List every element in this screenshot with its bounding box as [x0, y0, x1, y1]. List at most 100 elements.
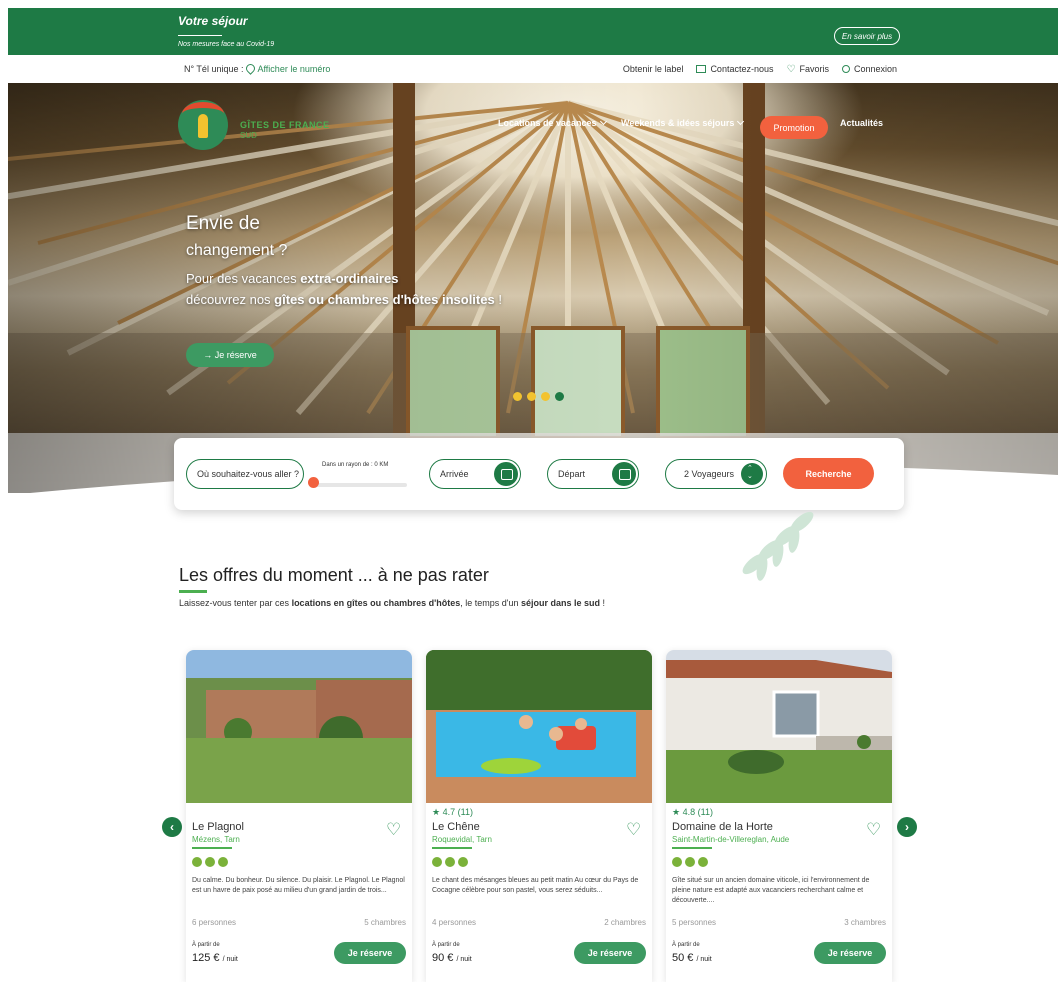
- arrival-label: Arrivée: [440, 469, 469, 479]
- login-link[interactable]: Connexion: [841, 64, 897, 74]
- slider-dot[interactable]: [541, 392, 550, 401]
- phone-label: N° Tél unique :: [184, 64, 244, 74]
- epi-icon: [432, 857, 442, 867]
- card-title[interactable]: Le Chêne: [432, 821, 480, 833]
- epis-rating: [432, 857, 468, 867]
- departure-label: Départ: [558, 469, 586, 479]
- nav-news[interactable]: Actualités: [840, 118, 883, 128]
- card-description: Le chant des mésanges bleues au petit ma…: [432, 877, 639, 894]
- star-icon: ★: [672, 807, 681, 817]
- travellers-label: 2 Voyageurs: [684, 469, 735, 479]
- card-rating: ★ 4.8 (11): [672, 807, 713, 817]
- epi-icon: [445, 857, 455, 867]
- epi-icon: [672, 857, 682, 867]
- card-location: Mézens, Tarn: [192, 835, 240, 844]
- learn-more-button[interactable]: En savoir plus: [834, 27, 900, 45]
- nav-news-label: Actualités: [840, 118, 884, 128]
- gites-de-france-logo[interactable]: GÎTES DE FRANCE SUD: [178, 100, 338, 160]
- calendar-icon[interactable]: [612, 462, 636, 486]
- phone-info: N° Tél unique : Afficher le numéro: [184, 62, 330, 75]
- favorites-text: Favoris: [799, 64, 829, 74]
- card-description: Du calme. Du bonheur. Du silence. Du pla…: [192, 877, 405, 894]
- epis-rating: [192, 857, 228, 867]
- offer-card[interactable]: ★ 4.8 (11) Domaine de la Horte Saint-Mar…: [666, 650, 892, 982]
- card-price-label: À partir de: [672, 942, 700, 948]
- radius-label: Dans un rayon de : 0 KM: [322, 462, 389, 468]
- calendar-icon[interactable]: [494, 462, 518, 486]
- user-icon: [841, 65, 850, 73]
- hero-book-button[interactable]: → Je réserve: [186, 343, 274, 367]
- nav-locations-label: Locations de vacances: [498, 118, 597, 128]
- card-capacity: 4 personnes: [432, 918, 477, 927]
- travellers-stepper[interactable]: 2 Voyageurs: [665, 459, 767, 489]
- section-title: Les offres du moment ... à ne pas rater: [179, 565, 489, 585]
- card-underline: [432, 847, 472, 849]
- radius-slider-handle[interactable]: [308, 477, 319, 488]
- slider-dot[interactable]: [513, 392, 522, 401]
- promotion-button[interactable]: Promotion: [760, 116, 828, 139]
- destination-input[interactable]: Où souhaitez-vous aller ?: [186, 459, 304, 489]
- carousel-next-button[interactable]: ›: [897, 817, 917, 837]
- property-photo[interactable]: [186, 650, 412, 803]
- favorite-heart-icon[interactable]: ♡: [626, 821, 644, 839]
- get-label-link[interactable]: Obtenir le label: [623, 64, 684, 74]
- card-capacity: 5 personnes: [672, 918, 717, 927]
- offer-card[interactable]: Le Plagnol Mézens, Tarn ♡ Du calme. Du b…: [186, 650, 412, 982]
- card-title[interactable]: Domaine de la Horte: [672, 821, 773, 833]
- epi-icon: [458, 857, 468, 867]
- search-bar: Où souhaitez-vous aller ? Dans un rayon …: [174, 438, 904, 510]
- epi-icon: [218, 857, 228, 867]
- nav-locations[interactable]: Locations de vacances: [498, 117, 607, 128]
- card-rooms: 5 chambres: [364, 918, 406, 927]
- chevron-down-icon: [737, 117, 745, 126]
- property-photo[interactable]: [426, 650, 652, 803]
- slider-dot[interactable]: [527, 392, 536, 401]
- card-description: Gîte situé sur un ancien domaine viticol…: [672, 877, 870, 904]
- card-location: Roquevidal, Tarn: [432, 835, 492, 844]
- nav-weekends[interactable]: Weekends & idées séjours: [621, 117, 745, 128]
- departure-date-field[interactable]: Départ: [547, 459, 639, 489]
- show-phone-link[interactable]: Afficher le numéro: [257, 64, 330, 74]
- heart-icon: ♡: [786, 63, 796, 75]
- hero-shade: [8, 83, 1058, 493]
- property-photo[interactable]: [666, 650, 892, 803]
- contact-text: Contactez-nous: [710, 64, 774, 74]
- epi-icon: [205, 857, 215, 867]
- card-underline: [672, 847, 712, 849]
- search-button[interactable]: Recherche: [783, 458, 874, 489]
- banner-subtitle[interactable]: Nos mesures face au Covid-19: [178, 41, 274, 48]
- arrival-date-field[interactable]: Arrivée: [429, 459, 521, 489]
- card-rooms: 3 chambres: [844, 918, 886, 927]
- card-price: 90 € / nuit: [432, 952, 472, 964]
- offer-card[interactable]: ★ 4.7 (11) Le Chêne Roquevidal, Tarn ♡ L…: [426, 650, 652, 982]
- card-title[interactable]: Le Plagnol: [192, 821, 244, 833]
- logo-text: GÎTES DE FRANCE: [240, 120, 330, 130]
- card-book-button[interactable]: Je réserve: [574, 942, 646, 964]
- card-book-button[interactable]: Je réserve: [334, 942, 406, 964]
- hero-line-2: découvrez nos gîtes ou chambres d'hôtes …: [186, 292, 502, 307]
- banner-title: Votre séjour: [178, 14, 248, 28]
- star-icon: ★: [432, 807, 441, 817]
- favorites-link[interactable]: ♡ Favoris: [786, 64, 828, 74]
- card-location: Saint-Martin-de-Villereglan, Aude: [672, 835, 790, 844]
- card-book-button[interactable]: Je réserve: [814, 942, 886, 964]
- stepper-arrows-icon[interactable]: [741, 463, 763, 485]
- utility-links: Obtenir le label Contactez-nous ♡ Favoris…: [623, 64, 897, 74]
- favorite-heart-icon[interactable]: ♡: [386, 821, 404, 839]
- favorite-heart-icon[interactable]: ♡: [866, 821, 884, 839]
- radius-slider-track[interactable]: [312, 483, 407, 487]
- epi-icon: [685, 857, 695, 867]
- epi-icon: [192, 857, 202, 867]
- card-price-label: À partir de: [192, 942, 220, 948]
- hero-line-1: Pour des vacances extra-ordinaires: [186, 271, 399, 286]
- card-price-label: À partir de: [432, 942, 460, 948]
- contact-link[interactable]: Contactez-nous: [696, 64, 773, 74]
- card-capacity: 6 personnes: [192, 918, 237, 927]
- card-price: 50 € / nuit: [672, 952, 712, 964]
- slider-dot[interactable]: [555, 392, 564, 401]
- logo-mark-icon: [178, 100, 228, 150]
- carousel-prev-button[interactable]: ‹: [162, 817, 182, 837]
- epis-rating: [672, 857, 708, 867]
- login-text: Connexion: [853, 64, 897, 74]
- hero-title: Envie de: [186, 213, 260, 234]
